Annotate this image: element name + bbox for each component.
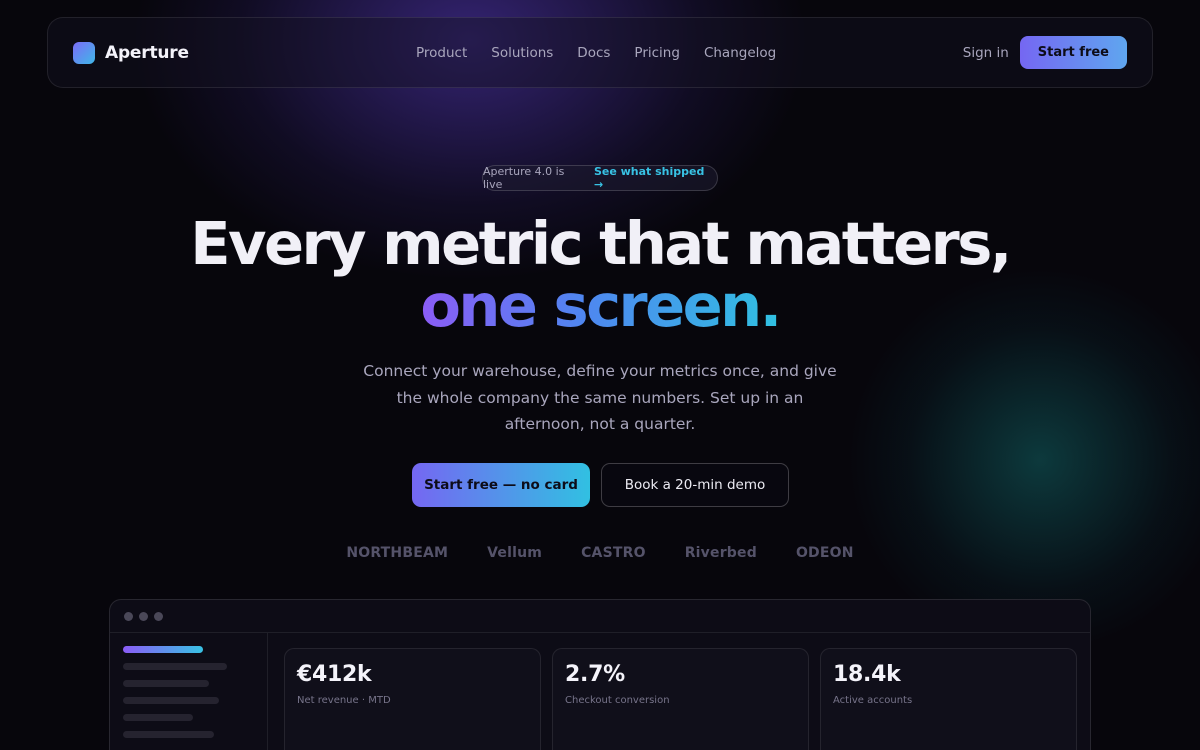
customer-logo: CASTRO [581, 545, 646, 561]
customer-logo: Vellum [487, 545, 543, 561]
app-preview-window: €412k Net revenue · MTD 2.7% Checkout co… [109, 599, 1091, 750]
stat-label: Net revenue · MTD [297, 695, 391, 706]
nav-actions: Sign in Start free [963, 36, 1127, 69]
sidebar-item [123, 680, 209, 687]
window-dot-icon [124, 611, 133, 621]
brand[interactable]: Aperture [73, 41, 189, 64]
sidebar-item [123, 714, 193, 721]
stat-value: €412k [297, 662, 372, 687]
sidebar-item [123, 697, 219, 704]
hero-headline: Every metric that matters, [190, 209, 1012, 278]
nav-link-product[interactable]: Product [416, 45, 467, 61]
window-dot-icon [139, 611, 148, 621]
customer-logo: NORTHBEAM [346, 545, 449, 561]
stat-card: 18.4k Active accounts [820, 648, 1077, 750]
stat-card: 2.7% Checkout conversion [552, 648, 809, 750]
customer-logos: NORTHBEAM Vellum CASTRO Riverbed ODEON [0, 545, 1200, 561]
nav-link-pricing[interactable]: Pricing [634, 45, 680, 61]
stat-value: 2.7% [565, 662, 625, 687]
top-nav: Aperture Product Solutions Docs Pricing … [47, 17, 1153, 88]
hero-cta-group: Start free — no card Book a 20-min demo [412, 463, 789, 507]
nav-link-docs[interactable]: Docs [577, 45, 610, 61]
sidebar-item [123, 663, 227, 670]
stat-value: 18.4k [833, 662, 901, 687]
nav-links: Product Solutions Docs Pricing Changelog [416, 45, 776, 61]
sign-in-link[interactable]: Sign in [963, 45, 1009, 61]
announcement-text: Aperture 4.0 is live [483, 165, 565, 191]
sidebar-item-active [123, 646, 203, 653]
stat-label: Checkout conversion [565, 695, 670, 706]
logo-icon [73, 41, 95, 64]
window-titlebar [110, 600, 1090, 633]
hero-subtext: Connect your warehouse, define your metr… [363, 362, 837, 433]
stat-label: Active accounts [833, 695, 913, 706]
stat-card: €412k Net revenue · MTD [284, 648, 541, 750]
sidebar-item [123, 731, 214, 738]
hero-headline-gradient: one screen. [0, 276, 1200, 335]
nav-link-changelog[interactable]: Changelog [704, 45, 776, 61]
book-demo-button[interactable]: Book a 20-min demo [601, 463, 789, 507]
preview-sidebar [110, 633, 268, 750]
hero-headline-accent: one screen. [420, 271, 782, 340]
start-free-button[interactable]: Start free [1019, 36, 1127, 69]
brand-name: Aperture [105, 42, 189, 63]
customer-logo: Riverbed [684, 545, 757, 561]
start-free-no-card-button[interactable]: Start free — no card [412, 463, 590, 507]
window-dot-icon [154, 611, 163, 621]
announcement-link[interactable]: See what shipped → [594, 165, 717, 191]
customer-logo: ODEON [795, 545, 854, 561]
nav-link-solutions[interactable]: Solutions [491, 45, 553, 61]
announcement-pill[interactable]: Aperture 4.0 is live See what shipped → [482, 165, 718, 191]
landing-page: Aperture Product Solutions Docs Pricing … [0, 0, 1200, 750]
